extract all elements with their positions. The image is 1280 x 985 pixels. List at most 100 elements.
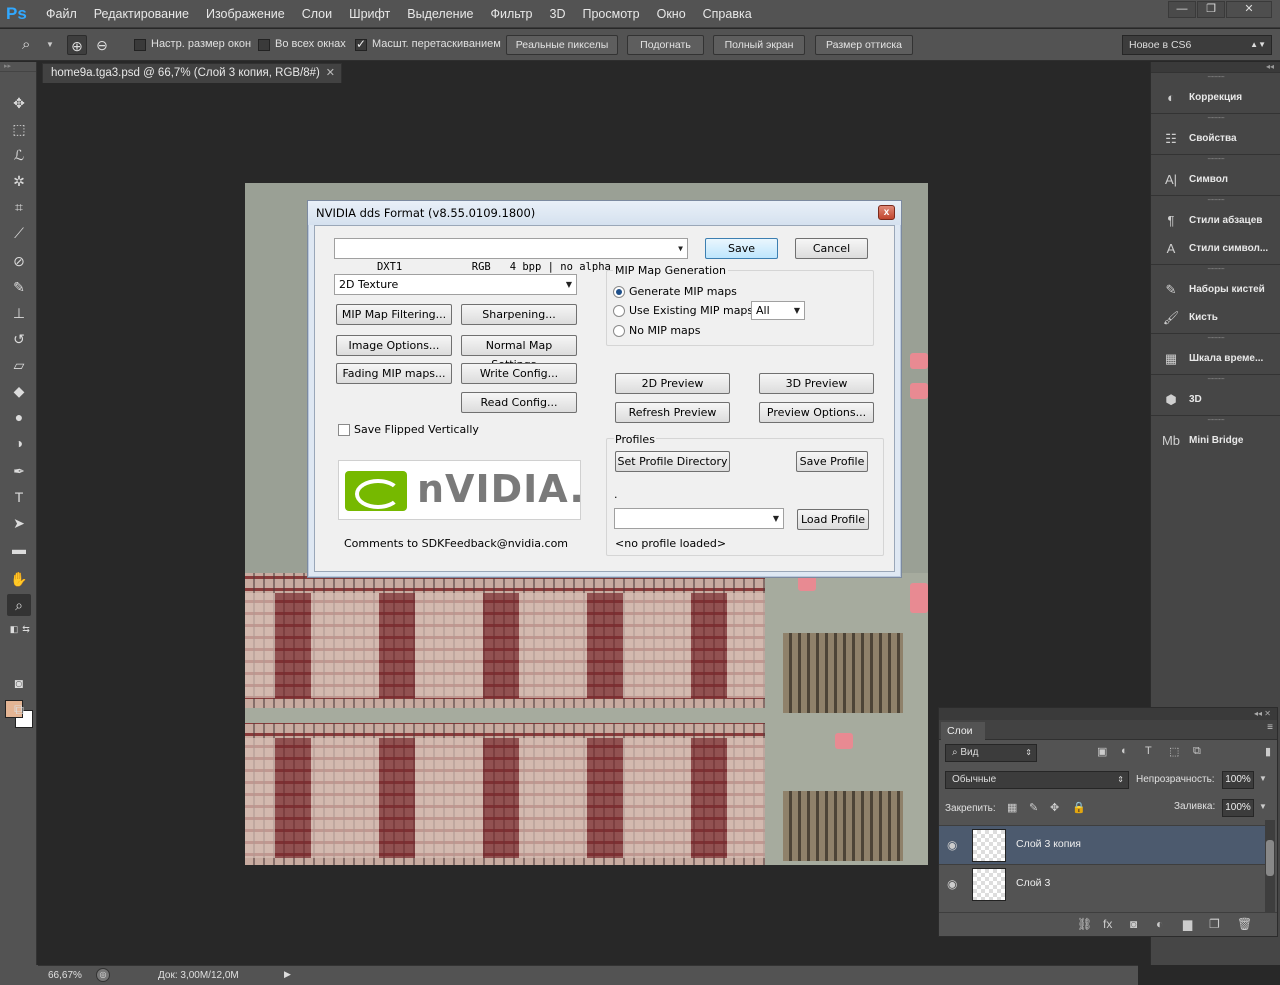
preview-options-button[interactable]: Preview Options... bbox=[759, 402, 874, 423]
save-button[interactable]: Save bbox=[705, 238, 778, 259]
fading-mip-button[interactable]: Fading MIP maps... bbox=[336, 363, 452, 384]
new-group-icon[interactable]: ▆ bbox=[1183, 917, 1192, 931]
new-layer-icon[interactable]: ❐ bbox=[1209, 917, 1220, 931]
crop-tool-icon[interactable]: ⌗ bbox=[7, 196, 31, 218]
menu-file[interactable]: Файл bbox=[46, 7, 77, 21]
fx-icon[interactable]: fx bbox=[1103, 917, 1112, 931]
type-tool-icon[interactable]: T bbox=[7, 486, 31, 508]
minimize-button[interactable]: — bbox=[1168, 1, 1196, 18]
link-layers-icon[interactable]: ⛓ bbox=[1077, 917, 1092, 931]
zoom-in-icon[interactable]: ⊕ bbox=[67, 35, 87, 55]
menu-view[interactable]: Просмотр bbox=[583, 7, 640, 21]
chevron-down-icon[interactable]: ▼ bbox=[1259, 802, 1267, 811]
dock-item-brush[interactable]: 🖌 Кисть bbox=[1151, 304, 1280, 332]
trash-icon[interactable]: 🗑 bbox=[1237, 917, 1252, 931]
mip-filtering-button[interactable]: MIP Map Filtering... bbox=[336, 304, 452, 325]
dock-item-timeline[interactable]: ▦ Шкала време... bbox=[1151, 345, 1280, 373]
filter-type-icon[interactable]: T bbox=[1145, 745, 1152, 757]
close-icon[interactable]: ✕ bbox=[326, 64, 335, 83]
menu-type[interactable]: Шрифт bbox=[349, 7, 390, 21]
layer-row[interactable]: ◉ Слой 3 bbox=[939, 864, 1265, 903]
filter-toggle-icon[interactable]: ▮ bbox=[1265, 745, 1271, 758]
eraser-tool-icon[interactable]: ▱ bbox=[7, 354, 31, 376]
screen-mode-icon[interactable]: ⧉ bbox=[7, 698, 31, 720]
no-mip-radio[interactable] bbox=[613, 325, 625, 337]
visibility-eye-icon[interactable]: ◉ bbox=[947, 838, 957, 852]
save-profile-button[interactable]: Save Profile bbox=[796, 451, 868, 472]
zoom-level[interactable]: 66,67% bbox=[48, 970, 82, 981]
visibility-eye-icon[interactable]: ◉ bbox=[947, 877, 957, 891]
profile-select[interactable]: ▼ bbox=[614, 508, 784, 529]
dock-item-paragraph-styles[interactable]: ¶ Стили абзацев bbox=[1151, 207, 1280, 235]
normal-map-settings-button[interactable]: Normal Map Settings... bbox=[461, 335, 577, 371]
3d-preview-button[interactable]: 3D Preview bbox=[759, 373, 874, 394]
dock-item-character-styles[interactable]: A Стили символ... bbox=[1151, 235, 1280, 263]
zoom-out-icon[interactable]: ⊖ bbox=[92, 35, 112, 55]
resize-windows-checkbox[interactable] bbox=[134, 39, 146, 51]
eyedropper-icon[interactable]: ⟋ bbox=[7, 222, 31, 244]
actual-pixels-button[interactable]: Реальные пикселы bbox=[506, 35, 618, 55]
panel-grip[interactable]: ▸▸ bbox=[0, 62, 36, 72]
print-size-button[interactable]: Размер оттиска bbox=[815, 35, 913, 55]
dock-item-adjustments[interactable]: ◐ Коррекция bbox=[1151, 84, 1280, 112]
chevron-down-icon[interactable]: ▼ bbox=[46, 40, 54, 49]
blur-tool-icon[interactable]: ● bbox=[7, 406, 31, 428]
lock-transparency-icon[interactable]: ▦ bbox=[1007, 801, 1017, 814]
all-windows-checkbox[interactable] bbox=[258, 39, 270, 51]
status-info-icon[interactable]: ◎ bbox=[96, 968, 110, 982]
fill-input[interactable]: 100% bbox=[1222, 799, 1254, 817]
history-brush-icon[interactable]: ↺ bbox=[7, 328, 31, 350]
move-tool-icon[interactable]: ✥ bbox=[7, 92, 31, 114]
hand-tool-icon[interactable]: ✋ bbox=[7, 568, 31, 590]
lasso-tool-icon[interactable]: ℒ bbox=[7, 144, 31, 166]
brush-tool-icon[interactable]: ✎ bbox=[7, 276, 31, 298]
lock-pixels-icon[interactable]: ✎ bbox=[1029, 801, 1038, 814]
fill-screen-button[interactable]: Полный экран bbox=[713, 35, 805, 55]
save-flipped-checkbox[interactable] bbox=[338, 424, 350, 436]
menu-filter[interactable]: Фильтр bbox=[491, 7, 533, 21]
lock-position-icon[interactable]: ✥ bbox=[1050, 801, 1059, 814]
cancel-button[interactable]: Cancel bbox=[795, 238, 868, 259]
dock-item-properties[interactable]: ☷ Свойства bbox=[1151, 125, 1280, 153]
play-icon[interactable]: ▶ bbox=[284, 969, 291, 980]
dock-item-character[interactable]: A| Символ bbox=[1151, 166, 1280, 194]
clone-stamp-icon[interactable]: ⊥ bbox=[7, 302, 31, 324]
add-mask-icon[interactable]: ◙ bbox=[1130, 917, 1137, 931]
scrubby-zoom-checkbox[interactable] bbox=[355, 37, 367, 51]
generate-mip-radio[interactable] bbox=[613, 286, 625, 298]
close-button[interactable]: ✕ bbox=[1226, 1, 1272, 18]
zoom-tool-preset-icon[interactable]: ⌕ bbox=[22, 36, 42, 54]
menu-edit[interactable]: Редактирование bbox=[94, 7, 189, 21]
panel-menu-icon[interactable]: ≡ bbox=[1267, 722, 1273, 733]
swap-colors-icon[interactable]: ⇆ bbox=[14, 618, 38, 640]
magic-wand-icon[interactable]: ✲ bbox=[7, 170, 31, 192]
image-options-button[interactable]: Image Options... bbox=[336, 335, 452, 356]
use-existing-mip-radio[interactable] bbox=[613, 305, 625, 317]
dock-item-mini-bridge[interactable]: Mb Mini Bridge bbox=[1151, 427, 1280, 455]
dock-item-brush-presets[interactable]: ✎ Наборы кистей bbox=[1151, 276, 1280, 304]
pen-tool-icon[interactable]: ✒ bbox=[7, 460, 31, 482]
sharpening-button[interactable]: Sharpening... bbox=[461, 304, 577, 325]
layer-row[interactable]: ◉ Слой 3 копия bbox=[939, 825, 1265, 864]
quick-mask-icon[interactable]: ◙ bbox=[7, 672, 31, 694]
zoom-tool-icon[interactable]: ⌕ bbox=[7, 594, 31, 616]
filter-adjustment-icon[interactable]: ◐ bbox=[1121, 745, 1128, 757]
2d-preview-button[interactable]: 2D Preview bbox=[615, 373, 730, 394]
scrollbar-thumb[interactable] bbox=[1266, 840, 1274, 876]
filter-smart-object-icon[interactable]: ⧉ bbox=[1193, 745, 1201, 758]
menu-window[interactable]: Окно bbox=[657, 7, 686, 21]
marquee-tool-icon[interactable]: ⬚ bbox=[7, 118, 31, 140]
existing-mip-count-select[interactable]: All ▼ bbox=[751, 301, 805, 320]
write-config-button[interactable]: Write Config... bbox=[461, 363, 577, 384]
lock-all-icon[interactable]: 🔒 bbox=[1072, 801, 1086, 814]
restore-button[interactable]: ❐ bbox=[1197, 1, 1225, 18]
layers-scrollbar[interactable] bbox=[1265, 820, 1275, 912]
blend-mode-select[interactable]: Обычные ⇕ bbox=[945, 771, 1129, 789]
paint-bucket-icon[interactable]: ◆ bbox=[7, 380, 31, 402]
collapse-icon[interactable]: ◂◂ ✕ bbox=[939, 708, 1277, 720]
load-profile-button[interactable]: Load Profile bbox=[797, 509, 869, 530]
new-adjustment-icon[interactable]: ◐ bbox=[1156, 917, 1163, 931]
read-config-button[interactable]: Read Config... bbox=[461, 392, 577, 413]
collapse-icon[interactable]: ◂◂ bbox=[1151, 62, 1280, 72]
set-profile-directory-button[interactable]: Set Profile Directory bbox=[615, 451, 730, 472]
